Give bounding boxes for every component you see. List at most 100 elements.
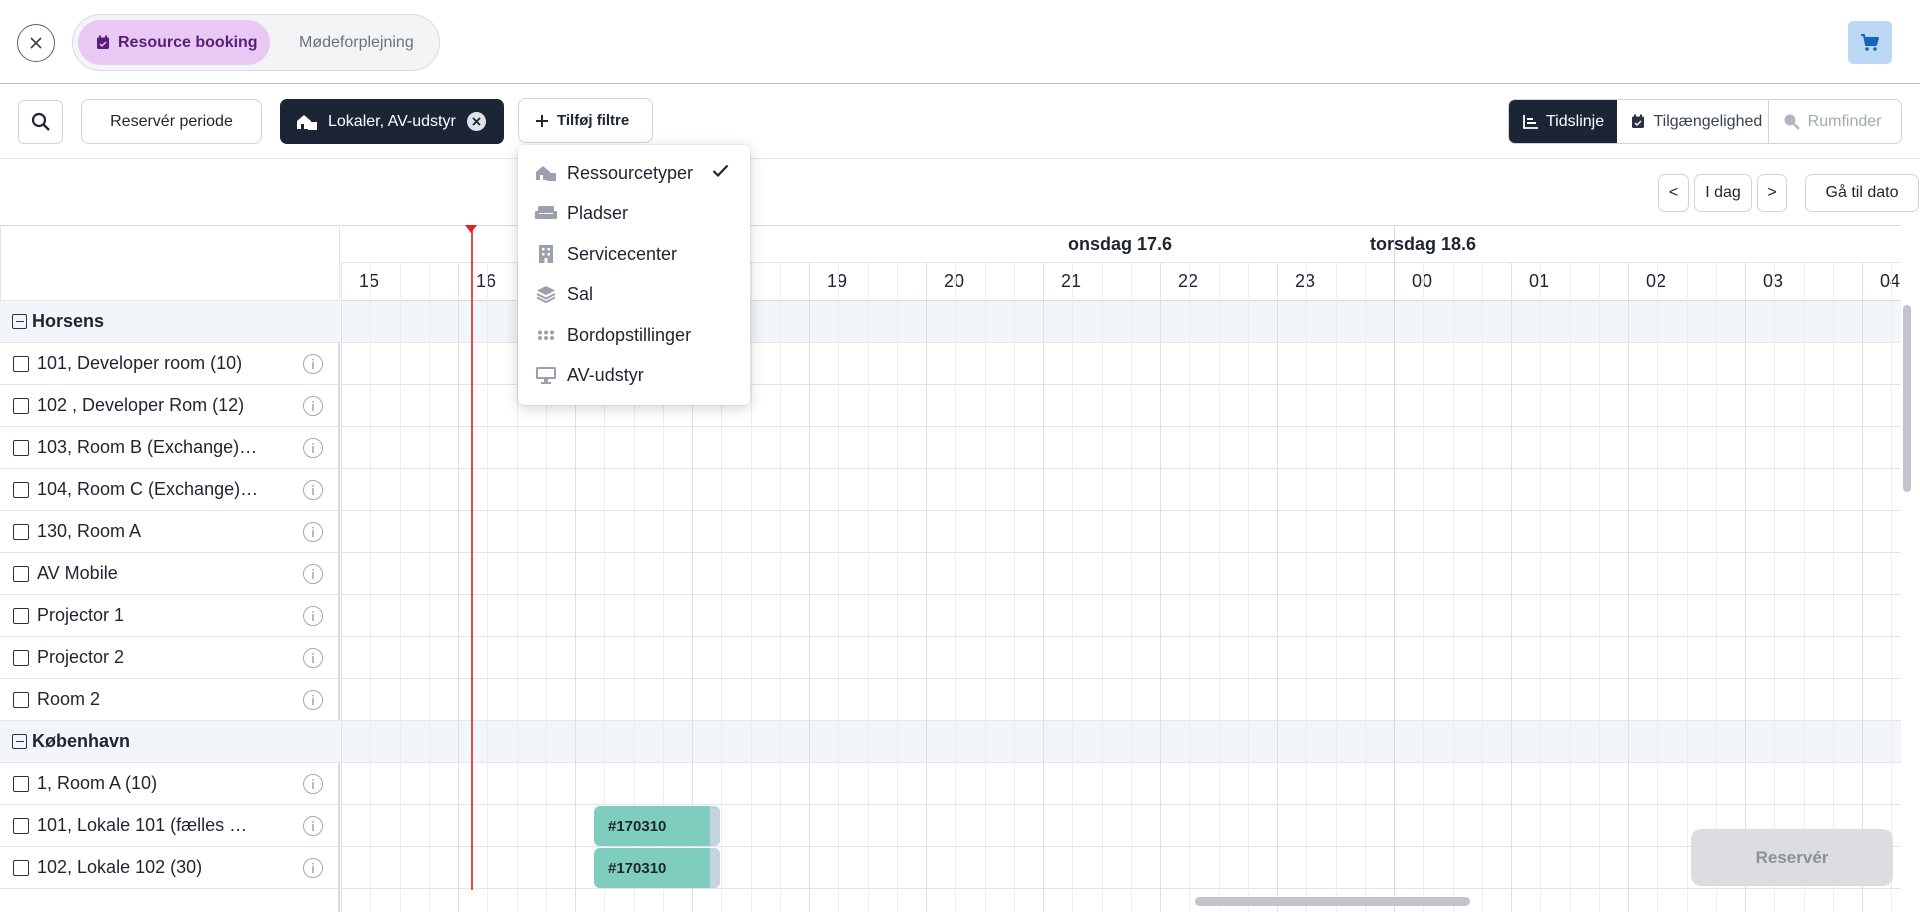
- booking-block[interactable]: #170310: [594, 806, 720, 846]
- view-availability-button[interactable]: Tilgængelighed: [1617, 100, 1769, 143]
- resource-label: Room 2: [37, 689, 101, 709]
- info-icon[interactable]: [303, 563, 323, 584]
- subhour-gridline: [780, 263, 781, 912]
- filter-menu-item-seats[interactable]: Pladser: [518, 193, 750, 233]
- subhour-gridline: [1657, 263, 1658, 912]
- module-tabs: Resource booking Mødeforplejning: [72, 14, 440, 71]
- tab-resource-booking[interactable]: Resource booking: [78, 20, 270, 65]
- info-icon[interactable]: [303, 857, 323, 878]
- subhour-gridline: [838, 263, 839, 912]
- search-button[interactable]: [18, 100, 63, 144]
- cart-button[interactable]: [1848, 21, 1892, 64]
- resource-checkbox[interactable]: [13, 355, 29, 372]
- next-button[interactable]: >: [1757, 174, 1787, 212]
- filter-menu-label: Pladser: [567, 202, 629, 223]
- resource-checkbox[interactable]: [13, 523, 29, 540]
- group-label: Horsens: [32, 311, 105, 331]
- day-label: torsdag 18.6: [1370, 234, 1477, 254]
- resource-checkbox[interactable]: [13, 859, 29, 876]
- resource-checkbox[interactable]: [13, 439, 29, 456]
- hour-gridline: [809, 263, 810, 912]
- view-timeline-button[interactable]: Tidslinje: [1509, 100, 1618, 143]
- resource-row: 1, Room A (10): [0, 763, 340, 805]
- tab-catering[interactable]: Mødeforplejning: [283, 20, 433, 65]
- horizontal-scrollbar[interactable]: [1195, 897, 1470, 906]
- resource-checkbox[interactable]: [13, 397, 29, 414]
- resource-checkbox[interactable]: [13, 481, 29, 498]
- tab-resource-booking-label: Resource booking: [118, 33, 258, 51]
- resource-checkbox[interactable]: [13, 607, 29, 624]
- resource-checkbox[interactable]: [13, 817, 29, 834]
- info-icon[interactable]: [303, 773, 323, 794]
- subhour-gridline: [985, 263, 986, 912]
- prev-button[interactable]: <: [1658, 174, 1689, 212]
- subhour-gridline: [1540, 263, 1541, 912]
- info-icon[interactable]: [303, 395, 323, 416]
- resource-checkbox[interactable]: [13, 649, 29, 666]
- info-icon[interactable]: [303, 647, 323, 668]
- resource-label: 103, Room B (Exchange) (…: [37, 437, 259, 457]
- filter-menu-item-table-setups[interactable]: Bordopstillinger: [518, 315, 750, 355]
- resource-label: 101, Developer room (10): [37, 353, 243, 373]
- filter-menu-item-service-center[interactable]: Servicecenter: [518, 234, 750, 274]
- resource-list: Horsens 101, Developer room (10) 102 , D…: [0, 301, 340, 912]
- view-room-finder-button[interactable]: Rumfinder: [1769, 100, 1901, 143]
- resource-label: AV Mobile: [37, 563, 118, 583]
- building-icon: [297, 114, 317, 130]
- add-filters-button[interactable]: Tilføj filtre: [518, 98, 653, 143]
- hour-gridline: [458, 263, 459, 912]
- resource-checkbox[interactable]: [13, 565, 29, 582]
- subhour-gridline: [1102, 263, 1103, 912]
- today-button[interactable]: I dag: [1694, 174, 1752, 212]
- collapse-toggle[interactable]: [12, 314, 27, 329]
- filter-toolbar: Reservér periode Lokaler, AV-udstyr Tilf…: [0, 84, 1920, 159]
- resource-label: 104, Room C (Exchange) (…: [37, 479, 259, 499]
- resource-row: 102, Lokale 102 (30): [0, 847, 340, 889]
- subhour-gridline: [1833, 263, 1834, 912]
- booking-block[interactable]: #170310: [594, 848, 720, 888]
- subhour-gridline: [1365, 263, 1366, 912]
- subhour-gridline: [1014, 263, 1015, 912]
- info-icon[interactable]: [303, 521, 323, 542]
- vertical-scrollbar[interactable]: [1903, 305, 1911, 492]
- search-icon: [31, 112, 50, 131]
- close-icon: [472, 117, 481, 126]
- collapse-toggle[interactable]: [12, 734, 27, 749]
- filter-menu-label: Bordopstillinger: [567, 324, 692, 345]
- subhour-gridline: [1599, 263, 1600, 912]
- filter-chip-resource-types[interactable]: Lokaler, AV-udstyr: [280, 99, 504, 144]
- hour-gridline: [1160, 263, 1161, 912]
- resource-grid: Horsens 101, Developer room (10) 102 , D…: [0, 225, 1920, 912]
- day-label: onsdag 17.6: [1068, 234, 1173, 254]
- close-button[interactable]: [17, 24, 55, 62]
- info-icon[interactable]: [303, 437, 323, 458]
- resource-row: Room 2: [0, 679, 340, 721]
- resource-label: 102 , Developer Rom (12): [37, 395, 245, 415]
- filter-menu-label: AV-udstyr: [567, 364, 644, 385]
- subhour-gridline: [1774, 263, 1775, 912]
- info-icon[interactable]: [303, 353, 323, 374]
- reserve-button[interactable]: Reservér: [1691, 829, 1893, 886]
- resource-row: 101, Developer room (10): [0, 343, 340, 385]
- info-icon[interactable]: [303, 689, 323, 710]
- info-icon[interactable]: [303, 605, 323, 626]
- reserve-period-button[interactable]: Reservér periode: [81, 99, 262, 144]
- resource-checkbox[interactable]: [13, 775, 29, 792]
- top-bar: Resource booking Mødeforplejning: [0, 0, 1920, 84]
- remove-filter-button[interactable]: [467, 112, 486, 131]
- view-timeline-label: Tidslinje: [1546, 112, 1605, 130]
- info-icon[interactable]: [303, 479, 323, 500]
- resource-row: Projector 1: [0, 595, 340, 637]
- filter-menu-item-hall[interactable]: Sal: [518, 274, 750, 314]
- goto-date-button[interactable]: Gå til dato: [1805, 174, 1919, 212]
- filter-menu-item-resource-types[interactable]: Ressourcetyper: [518, 153, 750, 193]
- subhour-gridline: [1570, 263, 1571, 912]
- hour-gridline: [341, 263, 342, 912]
- resource-checkbox[interactable]: [13, 691, 29, 708]
- hour-gridline: [1745, 263, 1746, 912]
- info-icon[interactable]: [303, 815, 323, 836]
- layers-icon: [535, 283, 557, 305]
- filter-menu-item-av-equipment[interactable]: AV-udstyr: [518, 355, 750, 395]
- group-row-horsens[interactable]: Horsens: [0, 301, 340, 343]
- group-row-kobenhavn[interactable]: København: [0, 721, 340, 763]
